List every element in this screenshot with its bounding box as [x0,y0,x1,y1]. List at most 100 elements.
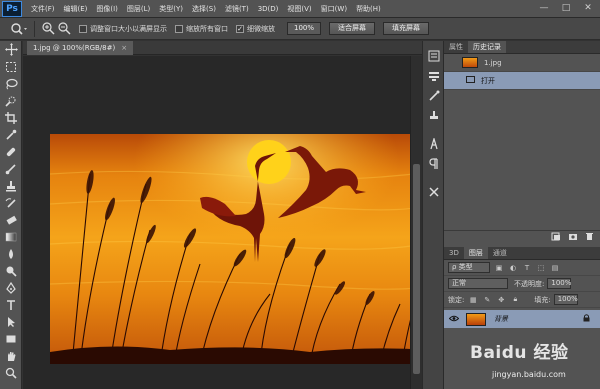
blur-tool[interactable] [0,245,22,262]
scrubby-zoom-checkbox[interactable]: ✓ [236,24,244,33]
lasso-tool[interactable] [0,75,22,92]
menu-filter[interactable]: 滤镜(T) [225,4,249,14]
menu-help[interactable]: 帮助(H) [356,4,381,14]
options-bar: 调整窗口大小以满屏显示 缩放所有窗口 ✓ 细微缩放 100% 适合屏幕 填充屏幕 [0,18,600,40]
stamp-icon [6,180,16,191]
move-tool[interactable] [0,41,22,58]
panel-dock-strip [422,41,444,389]
eraser-tool[interactable] [0,211,22,228]
healing-brush-tool[interactable] [0,143,22,160]
tool-presets-button[interactable] [423,87,445,105]
pen-icon [6,281,16,294]
tab-3d[interactable]: 3D [444,247,464,259]
zoom-100-button[interactable]: 100% [287,22,321,35]
history-state[interactable]: 打开 [444,72,600,90]
character-panel-button[interactable] [423,135,445,153]
eyedropper-tool[interactable] [0,126,22,143]
tab-layers[interactable]: 图层 [463,247,488,259]
zoom-all-checkbox[interactable] [175,24,183,33]
lock-move-icon[interactable]: ✥ [496,295,506,305]
quick-select-tool[interactable] [0,92,22,109]
filter-pixel-icon[interactable]: ▣ [494,263,504,273]
zoom-all-label: 缩放所有窗口 [186,24,228,33]
type-tool[interactable] [0,296,22,313]
menu-view[interactable]: 视图(V) [287,4,311,14]
paragraph-panel-button[interactable] [423,155,445,173]
tool-presets-icon [429,90,440,101]
rectangle-tool[interactable] [0,330,22,347]
pen-tool[interactable] [0,279,22,296]
tools-options-button[interactable] [423,183,445,201]
blend-mode-select[interactable]: 正常 [448,278,508,289]
menu-3d[interactable]: 3D(D) [258,5,279,13]
lock-all-icon[interactable]: 🔒︎ [510,295,520,305]
baidu-watermark: Baidu 经验 jingyan.baidu.com [470,338,598,386]
opacity-input[interactable]: 100% [547,278,571,289]
zoom-tool[interactable] [0,364,22,381]
filter-type-icon[interactable]: T [522,263,532,273]
marquee-tool[interactable] [0,58,22,75]
zoom-out-icon[interactable] [57,22,71,36]
tab-properties[interactable]: 属性 [444,41,468,53]
snapshot-label: 1.jpg [484,58,502,67]
path-selection-tool[interactable] [0,313,22,330]
trash-icon[interactable] [585,232,594,243]
lock-label: 锁定: [448,295,465,304]
close-button[interactable]: ✕ [580,2,596,15]
layer-filter-select[interactable]: ρ 类型 [448,262,490,273]
history-snapshot[interactable]: 1.jpg [444,54,600,72]
fill-input[interactable]: 100% [553,294,578,305]
canvas-vertical-scrollbar[interactable] [410,56,422,389]
menu-select[interactable]: 选择(S) [192,4,216,14]
crop-tool[interactable] [0,109,22,126]
tab-channels[interactable]: 通道 [488,247,512,259]
filter-adjust-icon[interactable]: ◐ [508,263,518,273]
visibility-eye-icon[interactable] [448,315,460,324]
open-state-icon [466,75,475,86]
bandage-icon [6,147,16,156]
tab-history[interactable]: 历史记录 [468,41,506,53]
zoom-tool-preset[interactable] [8,20,30,38]
brush-presets-button[interactable] [423,67,445,85]
zoom-in-icon[interactable] [41,22,55,36]
filter-smart-icon[interactable]: ▤ [550,263,560,273]
camera-icon[interactable] [568,232,578,243]
gradient-tool[interactable] [0,228,22,245]
scrollbar-thumb[interactable] [413,164,420,374]
dodge-tool[interactable] [0,262,22,279]
snapshot-thumbnail [462,57,478,68]
sunset-cranes-photo [50,134,430,364]
type-icon [7,299,15,310]
lock-transparency-icon[interactable]: ▦ [468,295,478,305]
fit-screen-button[interactable]: 适合屏幕 [329,22,375,35]
lock-paint-icon[interactable]: ✎ [482,295,492,305]
arrow-icon [8,316,15,327]
maximize-button[interactable]: □ [558,2,574,15]
fill-screen-button[interactable]: 填充屏幕 [383,22,429,35]
minimize-button[interactable]: — [536,2,552,15]
new-document-from-state-icon[interactable] [551,232,561,243]
hand-tool[interactable] [0,347,22,364]
menu-window[interactable]: 窗口(W) [321,4,347,14]
document-tab-close[interactable]: × [121,44,127,52]
brush-tool[interactable] [0,160,22,177]
canvas-area[interactable] [23,56,430,389]
menu-edit[interactable]: 编辑(E) [64,4,88,14]
clone-stamp-tool[interactable] [0,177,22,194]
menu-layer[interactable]: 图层(L) [127,4,150,14]
history-brush-tool[interactable] [0,194,22,211]
document-tab-title: 1.jpg @ 100%(RGB/8#) [33,44,116,52]
history-tabs: 属性 历史记录 [444,41,600,54]
resize-windows-checkbox[interactable] [79,24,87,33]
menu-image[interactable]: 图像(I) [96,4,118,14]
filter-shape-icon[interactable]: ⬚ [536,263,546,273]
layer-thumbnail [466,312,486,326]
layer-background[interactable]: 背景 [444,310,600,328]
history-footer [444,230,600,244]
menu-type[interactable]: 类型(Y) [159,4,183,14]
history-panel-button[interactable] [423,47,445,65]
magnifier-icon [5,367,17,379]
document-tab[interactable]: 1.jpg @ 100%(RGB/8#) × [27,41,134,55]
clone-source-button[interactable] [423,107,445,125]
menu-file[interactable]: 文件(F) [31,4,55,14]
